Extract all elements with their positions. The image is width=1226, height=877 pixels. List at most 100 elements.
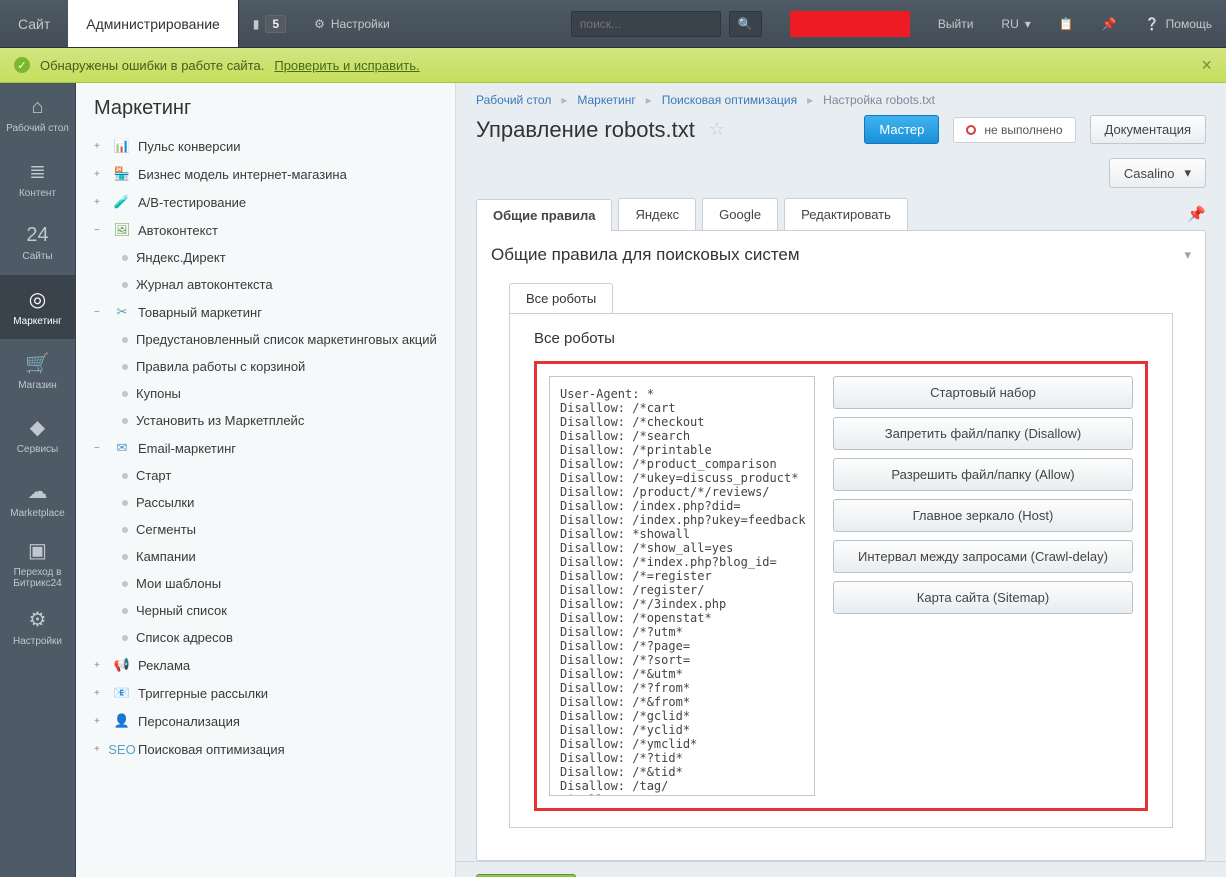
toggle-icon[interactable]: + — [94, 660, 106, 671]
sidebar-item[interactable]: Рассылки — [76, 489, 455, 516]
docs-button[interactable]: Документация — [1090, 115, 1207, 144]
tab[interactable]: Яндекс — [618, 198, 696, 230]
topbar: Сайт Администрирование ▮5 ⚙Настройки 🔍 В… — [0, 0, 1226, 48]
sidebar-item[interactable]: Купоны — [76, 380, 455, 407]
sidebar-item[interactable]: Установить из Маркетплейс — [76, 407, 455, 434]
tab[interactable]: Редактировать — [784, 198, 908, 230]
notifications[interactable]: ▮5 — [239, 0, 300, 47]
rail-item[interactable]: ≣Контент — [0, 147, 75, 211]
sidebar-item[interactable]: +📧Триггерные рассылки — [76, 679, 455, 707]
robots-action-button[interactable]: Стартовый набор — [833, 376, 1133, 409]
toggle-icon[interactable]: + — [94, 744, 106, 755]
robots-textarea[interactable]: User-Agent: * Disallow: /*cart Disallow:… — [549, 376, 815, 796]
rail-item[interactable]: ⌂Рабочий стол — [0, 83, 75, 147]
bullet-icon — [122, 581, 128, 587]
tab-site[interactable]: Сайт — [0, 0, 68, 47]
notice-bar: ✓ Обнаружены ошибки в работе сайта. Пров… — [0, 48, 1226, 83]
rail-icon: ◆ — [30, 415, 45, 440]
top-settings[interactable]: ⚙Настройки — [300, 0, 404, 47]
robots-action-button[interactable]: Карта сайта (Sitemap) — [833, 581, 1133, 614]
menu-icon: ✉ — [114, 440, 130, 456]
check-icon: ✓ — [14, 57, 30, 73]
footer-bar: Сохранить 📌 — [456, 861, 1226, 877]
site-select[interactable]: Casalino▾ — [1109, 158, 1206, 188]
robots-action-button[interactable]: Главное зеркало (Host) — [833, 499, 1133, 532]
toggle-icon[interactable]: + — [94, 716, 106, 727]
rail-icon: ☁ — [28, 479, 48, 504]
logout-link[interactable]: Выйти — [924, 0, 988, 47]
tab[interactable]: Google — [702, 198, 778, 230]
toggle-icon[interactable]: + — [94, 141, 106, 152]
menu-icon: 📢 — [114, 657, 130, 673]
notice-close[interactable]: × — [1201, 55, 1212, 76]
collapse-icon[interactable]: ▾ — [1184, 247, 1191, 263]
menu-icon: 📊 — [114, 138, 130, 154]
rail: ⌂Рабочий стол≣Контент24Сайты◎Маркетинг🛒М… — [0, 83, 76, 877]
sidebar-item[interactable]: +📊Пульс конверсии — [76, 132, 455, 160]
user-box — [776, 0, 924, 47]
master-button[interactable]: Мастер — [864, 115, 939, 144]
rail-item[interactable]: ▣Переход в Битрикс24 — [0, 531, 75, 595]
sidebar-item[interactable]: Список адресов — [76, 624, 455, 651]
sidebar-item[interactable]: −✉Email-маркетинг — [76, 434, 455, 462]
rail-icon: 🛒 — [25, 351, 50, 376]
sidebar-item[interactable]: Черный список — [76, 597, 455, 624]
rail-icon: ≣ — [29, 159, 46, 184]
sidebar-item[interactable]: Журнал автоконтекста — [76, 271, 455, 298]
search-input[interactable] — [571, 11, 721, 37]
toggle-icon[interactable]: + — [94, 169, 106, 180]
rail-item[interactable]: ◎Маркетинг — [0, 275, 75, 339]
sidebar-item[interactable]: Старт — [76, 462, 455, 489]
sidebar-item[interactable]: Яндекс.Директ — [76, 244, 455, 271]
robots-action-button[interactable]: Интервал между запросами (Crawl-delay) — [833, 540, 1133, 573]
rail-item[interactable]: ⚙Настройки — [0, 595, 75, 659]
bell-icon: ▮ — [253, 17, 260, 31]
pin-icon[interactable]: 📌 — [1088, 0, 1131, 47]
toggle-icon[interactable]: − — [94, 307, 106, 318]
breadcrumb-item[interactable]: Поисковая оптимизация — [662, 93, 797, 107]
sidebar-item[interactable]: +SEOПоисковая оптимизация — [76, 735, 455, 763]
status-pill: не выполнено — [953, 117, 1075, 143]
breadcrumb-item[interactable]: Маркетинг — [577, 93, 635, 107]
sidebar-item[interactable]: +👤Персонализация — [76, 707, 455, 735]
sidebar-item[interactable]: Кампании — [76, 543, 455, 570]
status-dot-icon — [966, 125, 976, 135]
rail-icon: ⌂ — [31, 96, 43, 119]
rail-item[interactable]: ☁Marketplace — [0, 467, 75, 531]
menu-icon: 🧪 — [114, 194, 130, 210]
lang-select[interactable]: RU ▾ — [987, 0, 1044, 47]
help-link[interactable]: ❔Помощь — [1131, 0, 1226, 47]
robots-action-button[interactable]: Запретить файл/папку (Disallow) — [833, 417, 1133, 450]
sidebar-item[interactable]: Предустановленный список маркетинговых а… — [76, 326, 455, 353]
tab[interactable]: Общие правила — [476, 199, 612, 231]
toggle-icon[interactable]: − — [94, 225, 106, 236]
rail-item[interactable]: ◆Сервисы — [0, 403, 75, 467]
sidebar-item[interactable]: Сегменты — [76, 516, 455, 543]
favorite-star-icon[interactable]: ☆ — [709, 119, 725, 140]
toggle-icon[interactable]: + — [94, 197, 106, 208]
sidebar-item[interactable]: +🏪Бизнес модель интернет-магазина — [76, 160, 455, 188]
pin-tabs-icon[interactable]: 📌 — [1187, 205, 1206, 223]
search-button[interactable]: 🔍 — [729, 11, 762, 37]
toggle-icon[interactable]: − — [94, 443, 106, 454]
bullet-icon — [122, 608, 128, 614]
clipboard-icon[interactable]: 📋 — [1045, 0, 1088, 47]
breadcrumb-item[interactable]: Рабочий стол — [476, 93, 551, 107]
tab-admin[interactable]: Администрирование — [68, 0, 238, 47]
sidebar-item[interactable]: +🧪A/B-тестирование — [76, 188, 455, 216]
toggle-icon[interactable]: + — [94, 688, 106, 699]
robots-action-button[interactable]: Разрешить файл/папку (Allow) — [833, 458, 1133, 491]
gear-icon: ⚙ — [314, 17, 325, 31]
bullet-icon — [122, 255, 128, 261]
sidebar-item[interactable]: Мои шаблоны — [76, 570, 455, 597]
inner-tab[interactable]: Все роботы — [509, 283, 613, 313]
sidebar-item[interactable]: Правила работы с корзиной — [76, 353, 455, 380]
notice-link[interactable]: Проверить и исправить. — [274, 58, 419, 73]
bullet-icon — [122, 554, 128, 560]
rail-item[interactable]: 🛒Магазин — [0, 339, 75, 403]
sidebar-item[interactable]: −🖼Автоконтекст — [76, 216, 455, 244]
sidebar-item[interactable]: −✂Товарный маркетинг — [76, 298, 455, 326]
panel-title: Общие правила для поисковых систем — [491, 245, 800, 265]
rail-item[interactable]: 24Сайты — [0, 211, 75, 275]
sidebar-item[interactable]: +📢Реклама — [76, 651, 455, 679]
